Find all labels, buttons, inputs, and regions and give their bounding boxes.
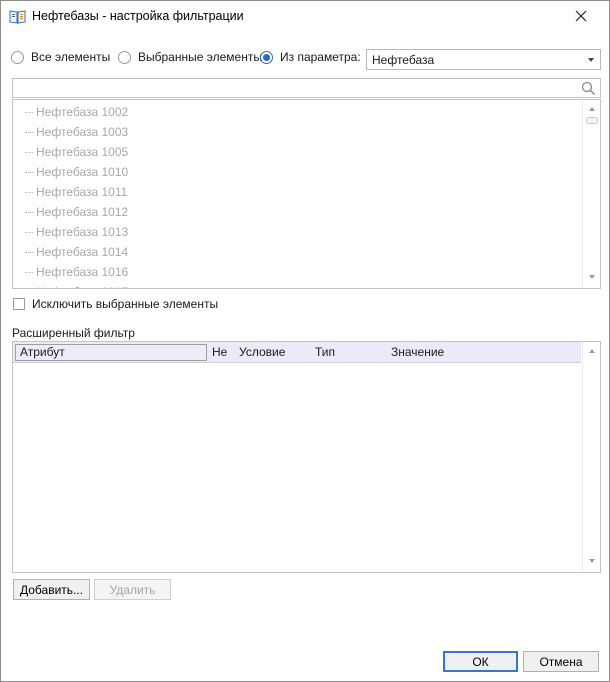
exclude-selected-checkbox[interactable]: Исключить выбранные элементы bbox=[13, 297, 218, 311]
column-header-type[interactable]: Тип bbox=[315, 342, 335, 363]
tree-connector bbox=[25, 272, 33, 274]
tree-item[interactable]: Нефтебаза 1014 bbox=[13, 242, 581, 262]
close-icon bbox=[575, 10, 587, 22]
search-icon[interactable] bbox=[581, 81, 596, 99]
tree-connector bbox=[25, 252, 33, 254]
tree-connector bbox=[25, 212, 33, 214]
radio-from-parameter[interactable]: Из параметра: bbox=[260, 50, 361, 64]
checkbox-label: Исключить выбранные элементы bbox=[32, 297, 219, 311]
tree-item-label: Нефтебаза 1005 bbox=[36, 145, 129, 159]
tree-list: Нефтебаза 1002 Нефтебаза 1003 Нефтебаза 10… bbox=[13, 102, 581, 288]
tree-item[interactable]: Нефтебаза 1011 bbox=[13, 182, 581, 202]
element-tree: Нефтебаза 1002 Нефтебаза 1003 Нефтебаза 10… bbox=[12, 99, 601, 289]
column-header-condition[interactable]: Условие bbox=[239, 342, 285, 363]
scroll-up-button[interactable] bbox=[585, 102, 599, 116]
tree-connector bbox=[25, 112, 33, 114]
advanced-filter-grid: Атрибут Не Условие Тип Значение bbox=[12, 341, 601, 573]
grid-header: Атрибут Не Условие Тип Значение bbox=[13, 342, 581, 363]
add-button[interactable]: Добавить... bbox=[13, 579, 90, 600]
close-button[interactable] bbox=[567, 3, 595, 29]
radio-circle bbox=[118, 50, 131, 64]
tree-connector bbox=[25, 232, 33, 234]
scroll-up-icon bbox=[589, 349, 595, 353]
tree-item-label: Нефтебаза 1003 bbox=[36, 125, 129, 139]
tree-item-label: Нефтебаза 1017 bbox=[36, 285, 128, 288]
radio-selected-elements[interactable]: Выбранные элементы bbox=[118, 50, 262, 64]
parameter-dropdown[interactable]: Нефтебаза bbox=[366, 49, 601, 70]
tree-connector bbox=[25, 152, 33, 154]
scroll-down-icon bbox=[589, 559, 595, 563]
tree-item[interactable]: Нефтебаза 1005 bbox=[13, 142, 581, 162]
tree-item[interactable]: Нефтебаза 1016 bbox=[13, 262, 581, 282]
parameter-dropdown-value: Нефтебаза bbox=[372, 53, 435, 67]
tree-item[interactable]: Нефтебаза 1013 bbox=[13, 222, 581, 242]
scroll-up-button[interactable] bbox=[585, 344, 599, 358]
tree-item[interactable]: Нефтебаза 1003 bbox=[13, 122, 581, 142]
checkbox-box bbox=[13, 298, 25, 310]
tree-item-label: Нефтебаза 1016 bbox=[36, 265, 129, 279]
tree-item-label: Нефтебаза 1010 bbox=[36, 165, 129, 179]
ok-button[interactable]: ОК bbox=[443, 651, 518, 672]
scroll-thumb[interactable] bbox=[586, 117, 598, 124]
chevron-down-icon bbox=[588, 58, 594, 62]
radio-label: Все элементы bbox=[31, 50, 111, 64]
book-icon bbox=[9, 9, 26, 24]
radio-circle bbox=[11, 50, 24, 64]
window-title: Нефтебазы - настройка фильтрации bbox=[32, 9, 244, 23]
title-bar: Нефтебазы - настройка фильтрации bbox=[1, 1, 609, 32]
tree-item[interactable]: Нефтебаза 1017 bbox=[13, 282, 581, 288]
advanced-filter-label: Расширенный фильтр bbox=[12, 326, 135, 340]
radio-circle-checked bbox=[260, 50, 273, 64]
search-box bbox=[12, 78, 601, 98]
tree-item-label: Нефтебаза 1012 bbox=[36, 205, 129, 219]
scroll-down-icon bbox=[589, 275, 595, 279]
scroll-down-button[interactable] bbox=[585, 270, 599, 284]
radio-label: Из параметра: bbox=[280, 50, 361, 64]
tree-item[interactable]: Нефтебаза 1002 bbox=[13, 102, 581, 122]
tree-connector bbox=[25, 132, 33, 134]
tree-scrollbar[interactable] bbox=[582, 100, 600, 288]
tree-item-label: Нефтебаза 1002 bbox=[36, 105, 129, 119]
cancel-button[interactable]: Отмена bbox=[523, 651, 599, 672]
tree-item[interactable]: Нефтебаза 1010 bbox=[13, 162, 581, 182]
scroll-down-button[interactable] bbox=[585, 554, 599, 568]
tree-item-label: Нефтебаза 1014 bbox=[36, 245, 129, 259]
radio-all-elements[interactable]: Все элементы bbox=[11, 50, 110, 64]
tree-item[interactable]: Нефтебаза 1012 bbox=[13, 202, 581, 222]
tree-item-label: Нефтебаза 1011 bbox=[36, 185, 128, 199]
tree-connector bbox=[25, 172, 33, 174]
radio-label: Выбранные элементы bbox=[138, 50, 262, 64]
delete-button[interactable]: Удалить bbox=[94, 579, 171, 600]
search-input[interactable] bbox=[13, 79, 573, 97]
column-header-not[interactable]: Не bbox=[212, 342, 227, 363]
grid-scrollbar[interactable] bbox=[582, 342, 600, 572]
tree-connector bbox=[25, 192, 33, 194]
scroll-up-icon bbox=[589, 107, 595, 111]
column-header-value[interactable]: Значение bbox=[391, 342, 444, 363]
tree-item-label: Нефтебаза 1013 bbox=[36, 225, 129, 239]
filter-settings-dialog: Нефтебазы - настройка фильтрации Все эле… bbox=[0, 0, 610, 682]
column-header-attribute[interactable]: Атрибут bbox=[15, 344, 207, 361]
